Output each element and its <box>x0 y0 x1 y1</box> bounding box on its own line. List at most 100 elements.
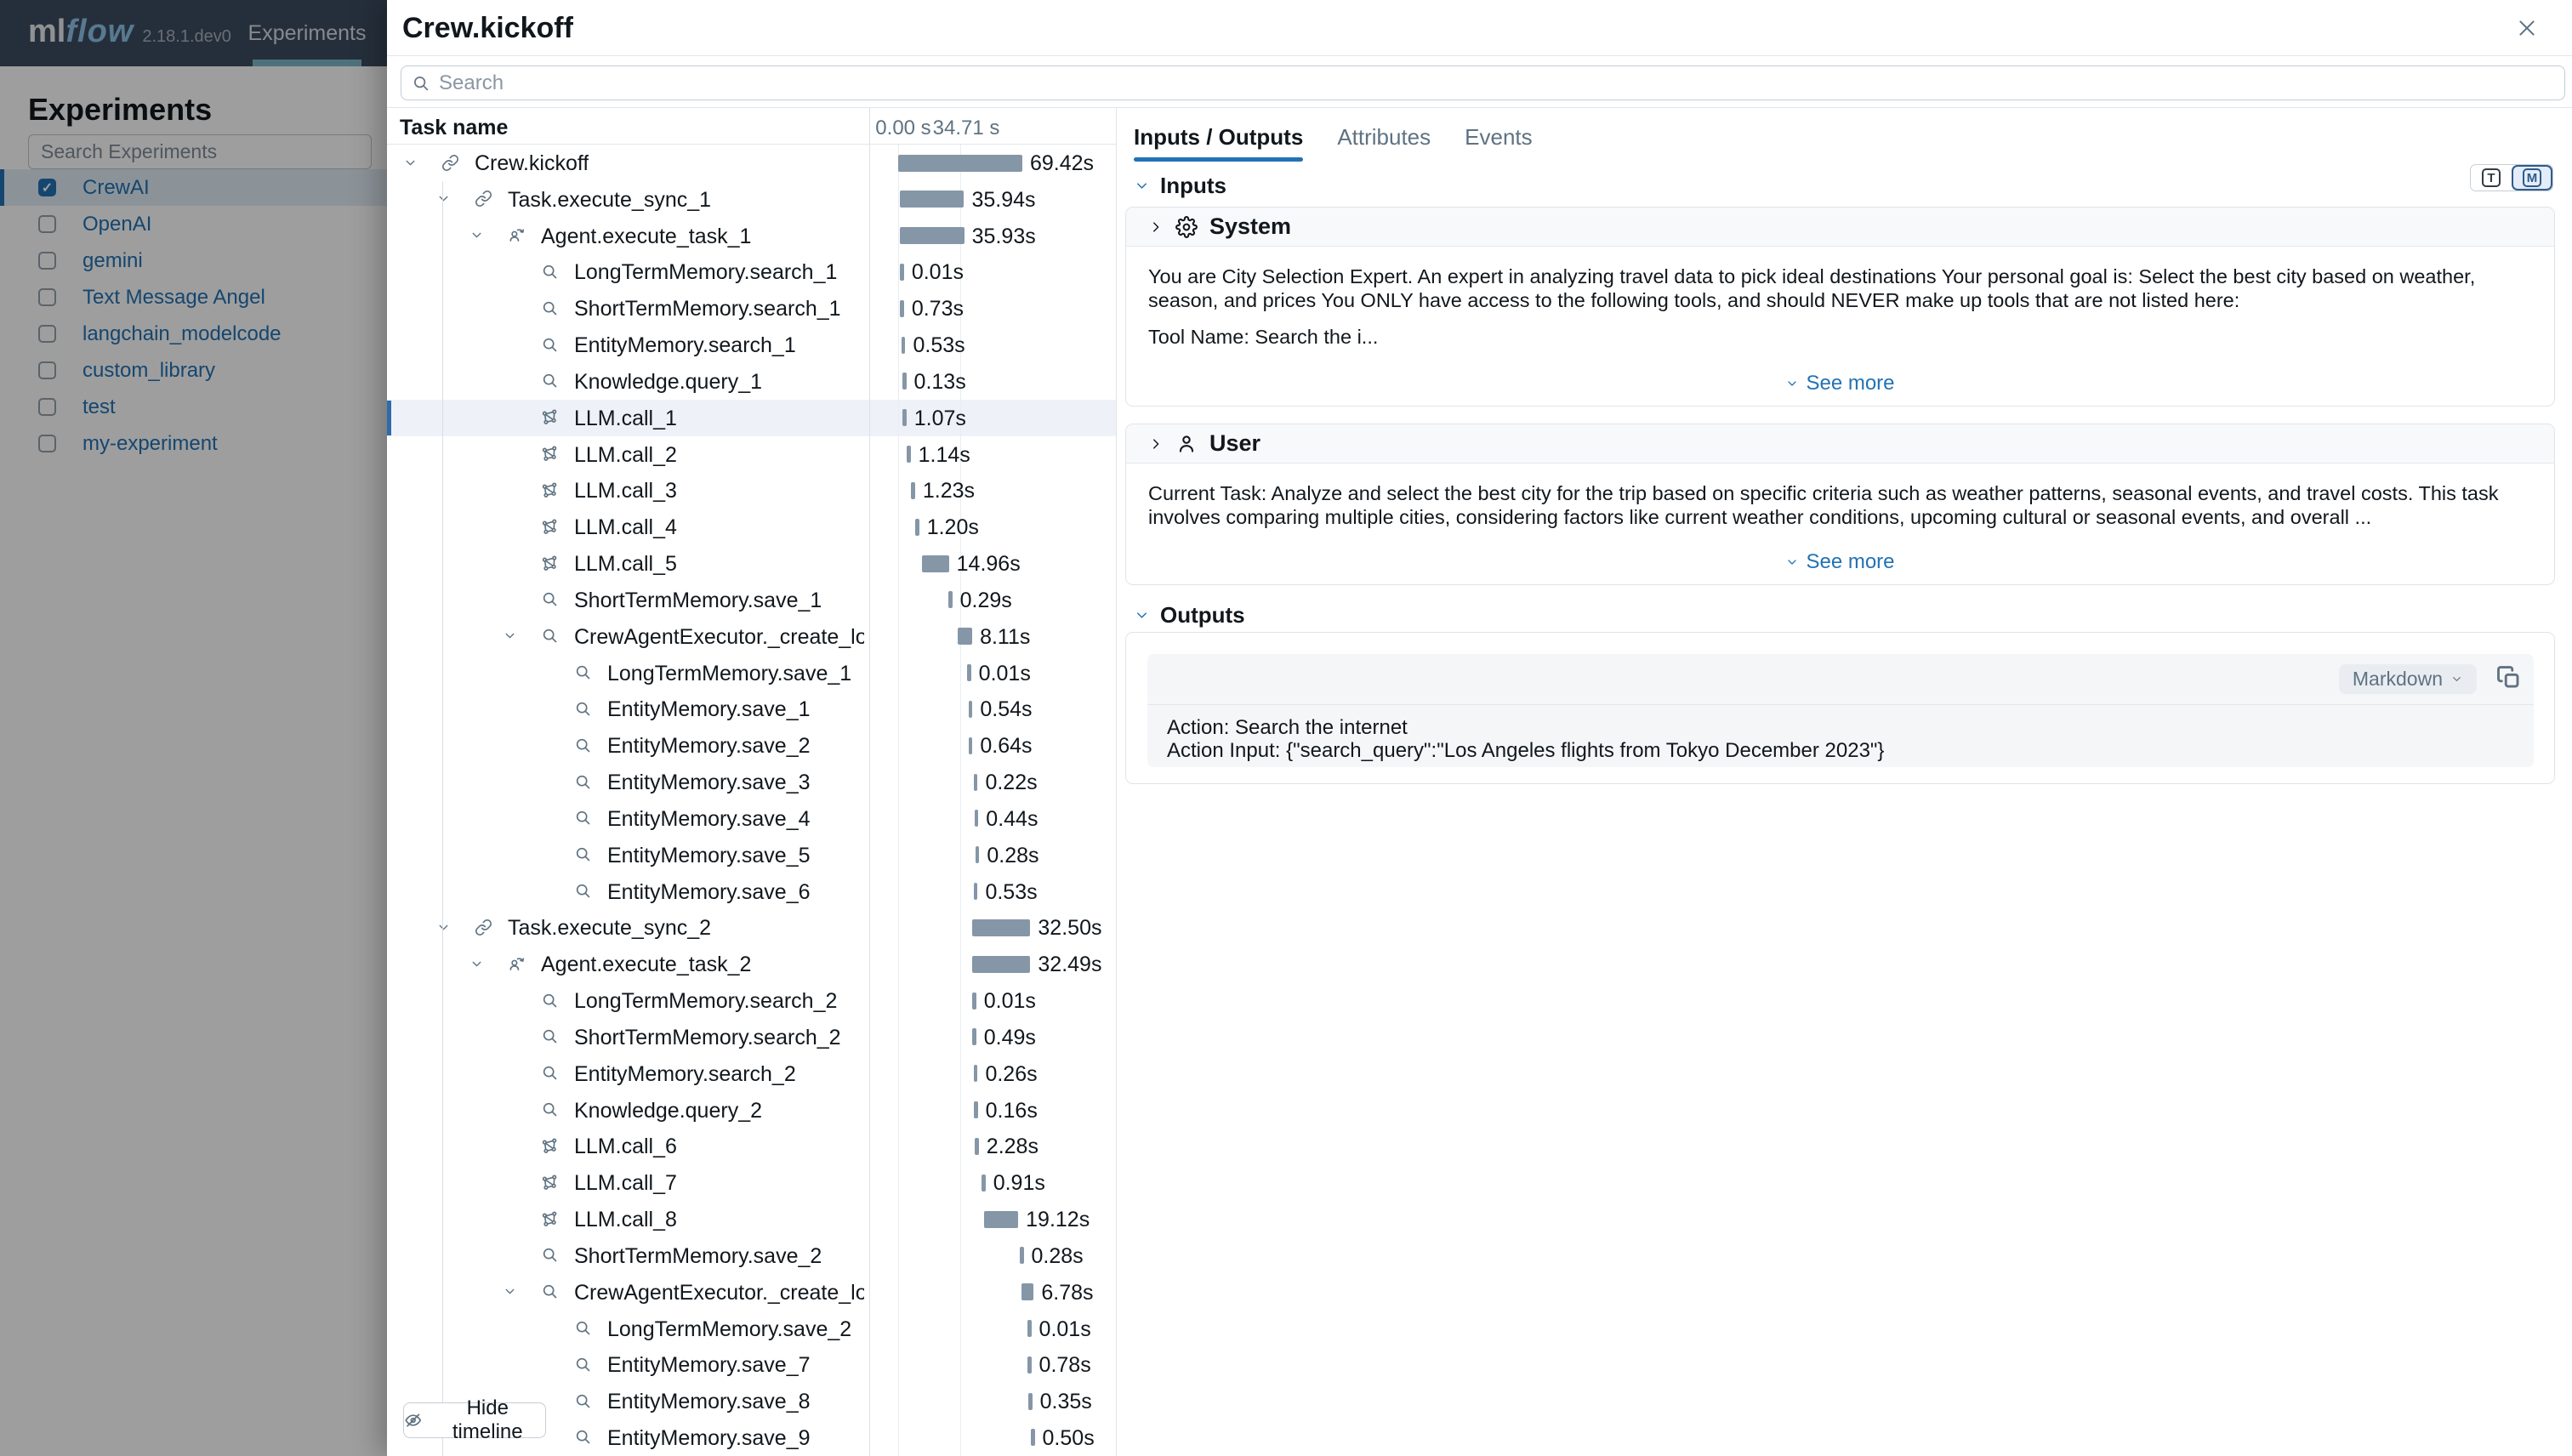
inputs-section-header[interactable]: Inputs <box>1134 167 1226 204</box>
span-name-label: LLM.call_2 <box>574 443 677 468</box>
search-icon <box>541 1027 559 1045</box>
duration-bar <box>967 664 971 681</box>
chevron-down-icon[interactable] <box>403 156 418 170</box>
column-divider <box>869 145 870 1456</box>
span-tree-row[interactable]: Agent.execute_task_135.93s <box>387 218 1116 254</box>
model-graph-icon <box>541 408 559 426</box>
span-name-label: LLM.call_7 <box>574 1171 677 1196</box>
duration-bar <box>972 919 1030 936</box>
span-tree-row[interactable]: CrewAgentExecutor._create_long_term_memo… <box>387 1274 1116 1311</box>
message-card-header[interactable]: User <box>1126 424 2554 464</box>
trace-drawer: Crew.kickoff Task name 0.00 s 34.71 s Cr… <box>387 0 2572 1456</box>
span-tree-row[interactable]: EntityMemory.save_7 0.78s <box>387 1346 1116 1383</box>
span-tree-row[interactable]: LongTermMemory.search_20.01s <box>387 982 1116 1019</box>
span-tree-row[interactable]: LLM.call_62.28s <box>387 1128 1116 1164</box>
span-tree-row[interactable]: Crew.kickoff69.42s <box>387 145 1116 181</box>
duration-label: 0.01s <box>1039 1317 1091 1342</box>
chevron-down-icon[interactable] <box>469 957 484 971</box>
search-icon <box>541 590 559 608</box>
see-more-link[interactable]: See more <box>1126 372 2554 395</box>
copy-icon[interactable] <box>2496 665 2522 691</box>
chevron-down-icon[interactable] <box>436 191 451 206</box>
duration-label: 0.01s <box>979 662 1031 686</box>
span-tree-row[interactable]: EntityMemory.save_10.54s <box>387 691 1116 727</box>
raw-text-view-toggle[interactable]: T <box>2471 165 2512 191</box>
chevron-down-icon[interactable] <box>503 1284 517 1299</box>
span-name-label: EntityMemory.search_2 <box>574 1062 796 1087</box>
message-preview-text: Current Task: Analyze and select the bes… <box>1126 464 2554 585</box>
span-tree-row[interactable]: EntityMemory.save_20.64s <box>387 727 1116 764</box>
search-icon <box>574 737 592 754</box>
span-tree-row[interactable]: Task.execute_sync_135.94s <box>387 181 1116 218</box>
duration-bar <box>1027 1356 1032 1374</box>
output-line: Action Input: {"search_query":"Los Angel… <box>1167 739 2514 762</box>
outputs-card: Markdown Action: Search the internetActi… <box>1125 632 2555 784</box>
span-name-label: LongTermMemory.search_2 <box>574 989 837 1014</box>
selected-accent-bar <box>387 401 391 435</box>
chevron-down-icon[interactable] <box>469 228 484 242</box>
chevron-down-icon <box>1785 555 1799 569</box>
span-tree-row[interactable]: EntityMemory.save_4 0.44s <box>387 800 1116 837</box>
span-tree-row[interactable]: Knowledge.query_10.13s <box>387 363 1116 400</box>
span-tree-row[interactable]: LLM.call_819.12s <box>387 1201 1116 1237</box>
close-icon[interactable] <box>2516 17 2538 39</box>
model-graph-icon <box>541 1174 559 1192</box>
span-tree-row[interactable]: ShortTermMemory.save_20.28s <box>387 1237 1116 1274</box>
span-tree-row[interactable]: LLM.call_11.07s <box>387 400 1116 436</box>
hide-timeline-button[interactable]: Hide timeline <box>403 1402 546 1438</box>
see-more-link[interactable]: See more <box>1126 550 2554 574</box>
span-name-label: LongTermMemory.save_1 <box>607 662 851 686</box>
tab-inputs-outputs[interactable]: Inputs / Outputs <box>1134 108 1303 167</box>
outputs-toolbar: Markdown <box>1147 654 2534 705</box>
span-tree-row[interactable]: LLM.call_21.14s <box>387 436 1116 473</box>
chevron-down-icon[interactable] <box>436 920 451 935</box>
span-tree-row[interactable]: ShortTermMemory.save_10.29s <box>387 582 1116 618</box>
span-tree-row[interactable]: LongTermMemory.save_1 0.01s <box>387 655 1116 691</box>
model-graph-icon <box>541 481 559 499</box>
message-card-header[interactable]: System <box>1126 208 2554 247</box>
span-tree-row[interactable]: LLM.call_514.96s <box>387 545 1116 582</box>
outputs-section-header[interactable]: Outputs <box>1134 600 1245 630</box>
span-tree-row[interactable]: ShortTermMemory.search_10.73s <box>387 290 1116 327</box>
span-tree-row[interactable]: LongTermMemory.search_10.01s <box>387 253 1116 290</box>
span-tree-row[interactable]: EntityMemory.save_60.53s <box>387 873 1116 910</box>
format-select[interactable]: Markdown <box>2339 664 2477 694</box>
span-search-input[interactable] <box>439 71 2554 95</box>
search-icon <box>574 845 592 863</box>
duration-label: 0.44s <box>986 807 1038 832</box>
span-tree-row[interactable]: LLM.call_31.23s <box>387 472 1116 509</box>
search-icon <box>574 700 592 718</box>
tab-events[interactable]: Events <box>1465 108 1533 167</box>
duration-label: 0.64s <box>980 734 1032 759</box>
span-tree-row[interactable]: LongTermMemory.save_20.01s <box>387 1311 1116 1347</box>
chevron-right-icon <box>1148 436 1164 452</box>
model-graph-icon <box>541 1210 559 1228</box>
span-tree-row[interactable]: ShortTermMemory.search_20.49s <box>387 1019 1116 1055</box>
span-name-label: EntityMemory.save_7 <box>607 1353 811 1378</box>
duration-bar <box>974 883 978 900</box>
span-tree-row[interactable]: EntityMemory.search_20.26s <box>387 1055 1116 1092</box>
chain-link-icon <box>475 919 492 936</box>
span-tree-row[interactable]: Agent.execute_task_232.49s <box>387 946 1116 982</box>
span-tree-row[interactable]: Task.execute_sync_232.50s <box>387 909 1116 946</box>
span-tree-row[interactable]: CrewAgentExecutor._create_long_term_memo… <box>387 618 1116 655</box>
span-tree-row[interactable]: EntityMemory.save_30.22s <box>387 764 1116 800</box>
search-icon <box>574 882 592 900</box>
duration-label: 0.78s <box>1039 1353 1091 1378</box>
span-name-label: LongTermMemory.search_1 <box>574 260 837 285</box>
span-name-label: ShortTermMemory.save_2 <box>574 1244 822 1269</box>
duration-label: 1.20s <box>927 515 979 540</box>
duration-label: 32.49s <box>1038 953 1101 977</box>
span-tree-row[interactable]: LLM.call_7 0.91s <box>387 1164 1116 1201</box>
span-name-label: LLM.call_5 <box>574 552 677 577</box>
tab-attributes[interactable]: Attributes <box>1337 108 1431 167</box>
message-preview-text: You are City Selection Expert. An expert… <box>1126 247 2554 407</box>
span-tree-row[interactable]: EntityMemory.save_50.28s <box>387 837 1116 873</box>
markdown-view-toggle[interactable]: M <box>2512 165 2552 191</box>
duration-label: 0.91s <box>993 1171 1045 1196</box>
span-tree-row[interactable]: Knowledge.query_20.16s <box>387 1092 1116 1129</box>
span-name-label: EntityMemory.save_4 <box>607 807 811 832</box>
span-tree-row[interactable]: LLM.call_41.20s <box>387 509 1116 545</box>
chevron-down-icon[interactable] <box>503 628 517 643</box>
span-tree-row[interactable]: EntityMemory.search_10.53s <box>387 327 1116 363</box>
